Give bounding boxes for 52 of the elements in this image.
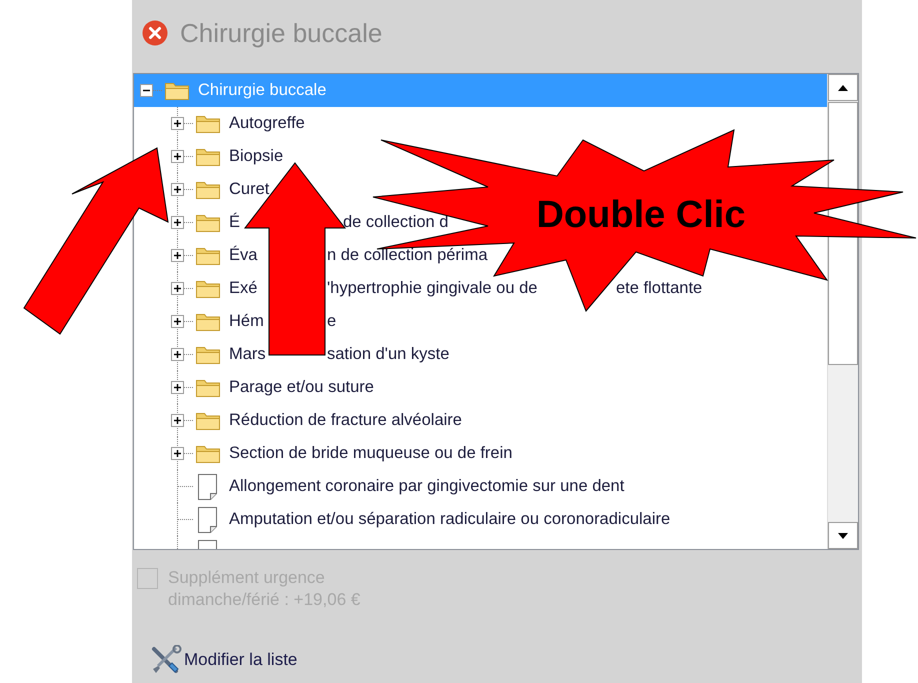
expand-icon[interactable] [171, 381, 184, 394]
expand-icon[interactable] [171, 216, 184, 229]
scroll-up-button[interactable] [828, 74, 858, 101]
item-label[interactable]: Section de bride muqueuse ou de frein [229, 441, 512, 466]
item-label[interactable]: n de collection périma [327, 243, 488, 268]
window-title: Chirurgie buccale [180, 16, 382, 50]
folder-icon [195, 113, 221, 134]
item-label[interactable]: É [229, 210, 240, 235]
expand-icon[interactable] [171, 117, 184, 130]
folder-icon [195, 278, 221, 299]
expand-icon[interactable] [171, 249, 184, 262]
item-label[interactable]: Allongement coronaire par gingivectomie sur une dent [229, 474, 624, 499]
folder-icon [195, 377, 221, 398]
up-arrow-icon [837, 84, 849, 92]
item-label[interactable]: Hém [229, 309, 264, 334]
expand-icon[interactable] [171, 348, 184, 361]
scroll-down-button[interactable] [828, 522, 858, 549]
folder-icon [195, 410, 221, 431]
callout-text: Double Clic [536, 194, 746, 236]
expand-icon[interactable] [171, 315, 184, 328]
item-label[interactable]: ete flottante [616, 276, 702, 301]
folder-icon [195, 146, 221, 167]
item-label[interactable]: sation d'un kyste [327, 342, 450, 367]
item-label[interactable]: Biopsie [229, 144, 284, 169]
item-label[interactable]: Amputation et/ou séparation radiculaire ou coronoradiculaire [229, 507, 670, 532]
expand-icon[interactable] [171, 183, 184, 196]
expand-icon[interactable] [171, 414, 184, 427]
folder-icon [195, 311, 221, 332]
folder-icon [195, 344, 221, 365]
expand-icon[interactable] [171, 282, 184, 295]
item-label[interactable]: Curet [229, 177, 270, 202]
item-label[interactable]: de collection d [343, 210, 448, 235]
folder-icon [195, 443, 221, 464]
expand-icon[interactable] [171, 447, 184, 460]
down-arrow-icon [837, 532, 849, 540]
edit-list-link[interactable]: Modifier la liste [150, 645, 298, 675]
item-label[interactable]: Autogreffe [229, 111, 305, 136]
item-label[interactable]: Mars [229, 342, 266, 367]
item-label[interactable]: 'hypertrophie gingivale ou de [327, 276, 538, 301]
item-label[interactable]: Réduction de fracture alvéolaire [229, 408, 462, 433]
item-label[interactable]: e [327, 309, 336, 334]
close-icon[interactable] [142, 20, 168, 46]
folder-icon [195, 212, 221, 233]
folder-icon [195, 179, 221, 200]
item-label[interactable]: Éva [229, 243, 258, 268]
collapse-icon[interactable] [140, 84, 153, 97]
folder-icon [195, 245, 221, 266]
folder-icon [164, 80, 190, 101]
item-label[interactable]: Exé [229, 276, 258, 301]
expand-icon[interactable] [171, 150, 184, 163]
tools-icon [150, 645, 182, 675]
item-label[interactable]: Parage et/ou suture [229, 375, 374, 400]
